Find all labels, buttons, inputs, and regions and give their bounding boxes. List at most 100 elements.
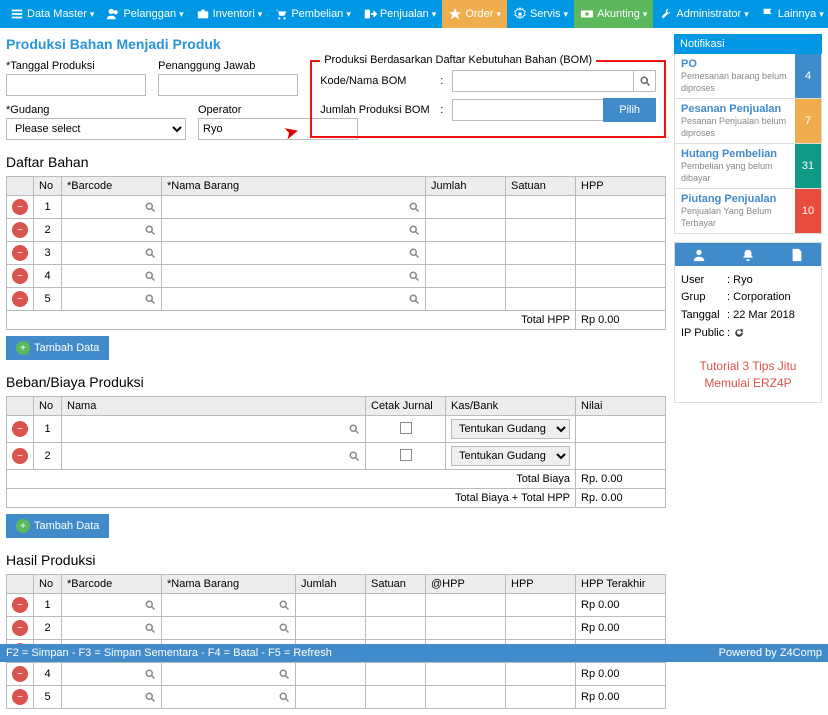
lookup-nama-button[interactable] <box>278 668 290 680</box>
tutorial-link[interactable]: Tutorial 3 Tips Jitu Memulai ERZ4P <box>675 348 821 402</box>
chevron-down-icon: ▾ <box>564 9 569 20</box>
kas-bank-select[interactable]: Tentukan Gudang <box>451 446 570 466</box>
table-row: −2 <box>7 219 666 242</box>
gudang-select[interactable]: Please select <box>6 118 186 140</box>
menu-servis[interactable]: Servis▾ <box>507 0 574 28</box>
hasil-table: No *Barcode *Nama Barang Jumlah Satuan @… <box>6 574 666 709</box>
lookup-barcode-button[interactable] <box>144 691 156 703</box>
cart-icon <box>274 7 288 21</box>
delete-row-button[interactable]: − <box>12 620 28 636</box>
tab-user-icon[interactable] <box>675 243 724 266</box>
lookup-barcode-button[interactable] <box>144 224 156 236</box>
gear-icon <box>513 7 527 21</box>
tab-bell-icon[interactable] <box>724 243 773 266</box>
lookup-barcode-button[interactable] <box>144 668 156 680</box>
notif-title: Hutang Pembelian <box>681 148 789 160</box>
menu-pembelian[interactable]: Pembelian▾ <box>268 0 357 28</box>
lookup-barcode-button[interactable] <box>144 247 156 259</box>
menu-data-master[interactable]: Data Master▾ <box>4 0 100 28</box>
table-row: −1Tentukan Gudang <box>7 416 666 443</box>
lookup-barcode-button[interactable] <box>144 293 156 305</box>
menu-inventori[interactable]: Inventori▾ <box>190 0 269 28</box>
notif-header: Notifikasi <box>674 34 822 54</box>
bom-jml-input[interactable] <box>452 99 604 121</box>
chevron-down-icon: ▾ <box>346 9 351 20</box>
bahan-tambah-button[interactable]: +Tambah Data <box>6 336 109 360</box>
cetak-jurnal-checkbox[interactable] <box>400 449 412 461</box>
notif-item[interactable]: POPemesanan barang belum diproses4 <box>674 54 822 99</box>
users-icon <box>106 7 120 21</box>
delete-row-button[interactable]: − <box>12 689 28 705</box>
delete-row-button[interactable]: − <box>12 268 28 284</box>
menu-administrator[interactable]: Administrator▾ <box>653 0 754 28</box>
lookup-barcode-button[interactable] <box>144 270 156 282</box>
kas-bank-select[interactable]: Tentukan Gudang <box>451 419 570 439</box>
bom-pilih-button[interactable]: Pilih <box>603 98 656 122</box>
delete-row-button[interactable]: − <box>12 421 28 437</box>
table-row: −4 <box>7 265 666 288</box>
notif-item[interactable]: Pesanan PenjualanPesanan Penjualan belum… <box>674 99 822 144</box>
table-row: −4Rp 0.00 <box>7 663 666 686</box>
footer-powered: Powered by Z4Comp <box>719 647 822 659</box>
menu-akunting[interactable]: Akunting▾ <box>574 0 653 28</box>
bom-kode-search-button[interactable] <box>634 70 656 92</box>
daftar-bahan-title: Daftar Bahan <box>6 154 666 170</box>
ip-refresh-icon[interactable] <box>733 327 745 339</box>
tgl-produksi-input[interactable] <box>6 74 146 96</box>
delete-row-button[interactable]: − <box>12 291 28 307</box>
footer-shortcuts: F2 = Simpan - F3 = Simpan Sementara - F4… <box>6 647 332 659</box>
lookup-nama-button[interactable] <box>408 247 420 259</box>
notif-subtitle: Pembelian yang belum dibayar <box>681 161 773 183</box>
list-icon <box>10 7 24 21</box>
wrench-icon <box>659 7 673 21</box>
tgl-produksi-label: *Tanggal Produksi <box>6 60 146 72</box>
menu-penjualan[interactable]: Penjualan▾ <box>357 0 442 28</box>
page-title: Produksi Bahan Menjadi Produk <box>6 36 666 52</box>
cetak-jurnal-checkbox[interactable] <box>400 422 412 434</box>
notif-item[interactable]: Piutang PenjualanPenjualan Yang Belum Te… <box>674 189 822 234</box>
delete-row-button[interactable]: − <box>12 199 28 215</box>
beban-tambah-button[interactable]: +Tambah Data <box>6 514 109 538</box>
delete-row-button[interactable]: − <box>12 448 28 464</box>
lookup-nama-button[interactable] <box>408 293 420 305</box>
tab-file-icon[interactable] <box>772 243 821 266</box>
lookup-barcode-button[interactable] <box>144 622 156 634</box>
delete-row-button[interactable]: − <box>12 222 28 238</box>
notif-badge: 31 <box>795 144 821 188</box>
delete-row-button[interactable]: − <box>12 597 28 613</box>
chevron-down-icon: ▾ <box>90 9 95 20</box>
lookup-barcode-button[interactable] <box>144 201 156 213</box>
lookup-nama-button[interactable] <box>348 423 360 435</box>
hasil-title: Hasil Produksi <box>6 552 666 568</box>
penanggung-jawab-input[interactable] <box>158 74 298 96</box>
lookup-nama-button[interactable] <box>408 201 420 213</box>
notif-item[interactable]: Hutang PembelianPembelian yang belum dib… <box>674 144 822 189</box>
table-row: −5Rp 0.00 <box>7 686 666 709</box>
lookup-nama-button[interactable] <box>278 622 290 634</box>
menu-order[interactable]: Order▾ <box>442 0 507 28</box>
lookup-nama-button[interactable] <box>408 224 420 236</box>
lookup-nama-button[interactable] <box>348 450 360 462</box>
table-row: −1Rp 0.00 <box>7 594 666 617</box>
lookup-barcode-button[interactable] <box>144 599 156 611</box>
plus-icon: + <box>16 341 30 355</box>
menu-pelanggan[interactable]: Pelanggan▾ <box>100 0 189 28</box>
bom-kode-label: Kode/Nama BOM <box>320 75 440 87</box>
chevron-down-icon: ▾ <box>819 9 824 20</box>
gudang-label: *Gudang <box>6 104 186 116</box>
notif-badge: 7 <box>795 99 821 143</box>
briefcase-icon <box>196 7 210 21</box>
beban-title: Beban/Biaya Produksi <box>6 374 666 390</box>
chevron-down-icon: ▾ <box>179 9 184 20</box>
bom-kode-input[interactable] <box>452 70 634 92</box>
lookup-nama-button[interactable] <box>278 599 290 611</box>
lookup-nama-button[interactable] <box>408 270 420 282</box>
bom-box: ➤ Produksi Berdasarkan Daftar Kebutuhan … <box>310 60 666 138</box>
chevron-down-icon: ▾ <box>258 9 263 20</box>
chevron-down-icon: ▾ <box>432 9 437 20</box>
delete-row-button[interactable]: − <box>12 245 28 261</box>
delete-row-button[interactable]: − <box>12 666 28 682</box>
notif-badge: 4 <box>795 54 821 98</box>
menu-lainnya[interactable]: Lainnya▾ <box>755 0 828 28</box>
lookup-nama-button[interactable] <box>278 691 290 703</box>
